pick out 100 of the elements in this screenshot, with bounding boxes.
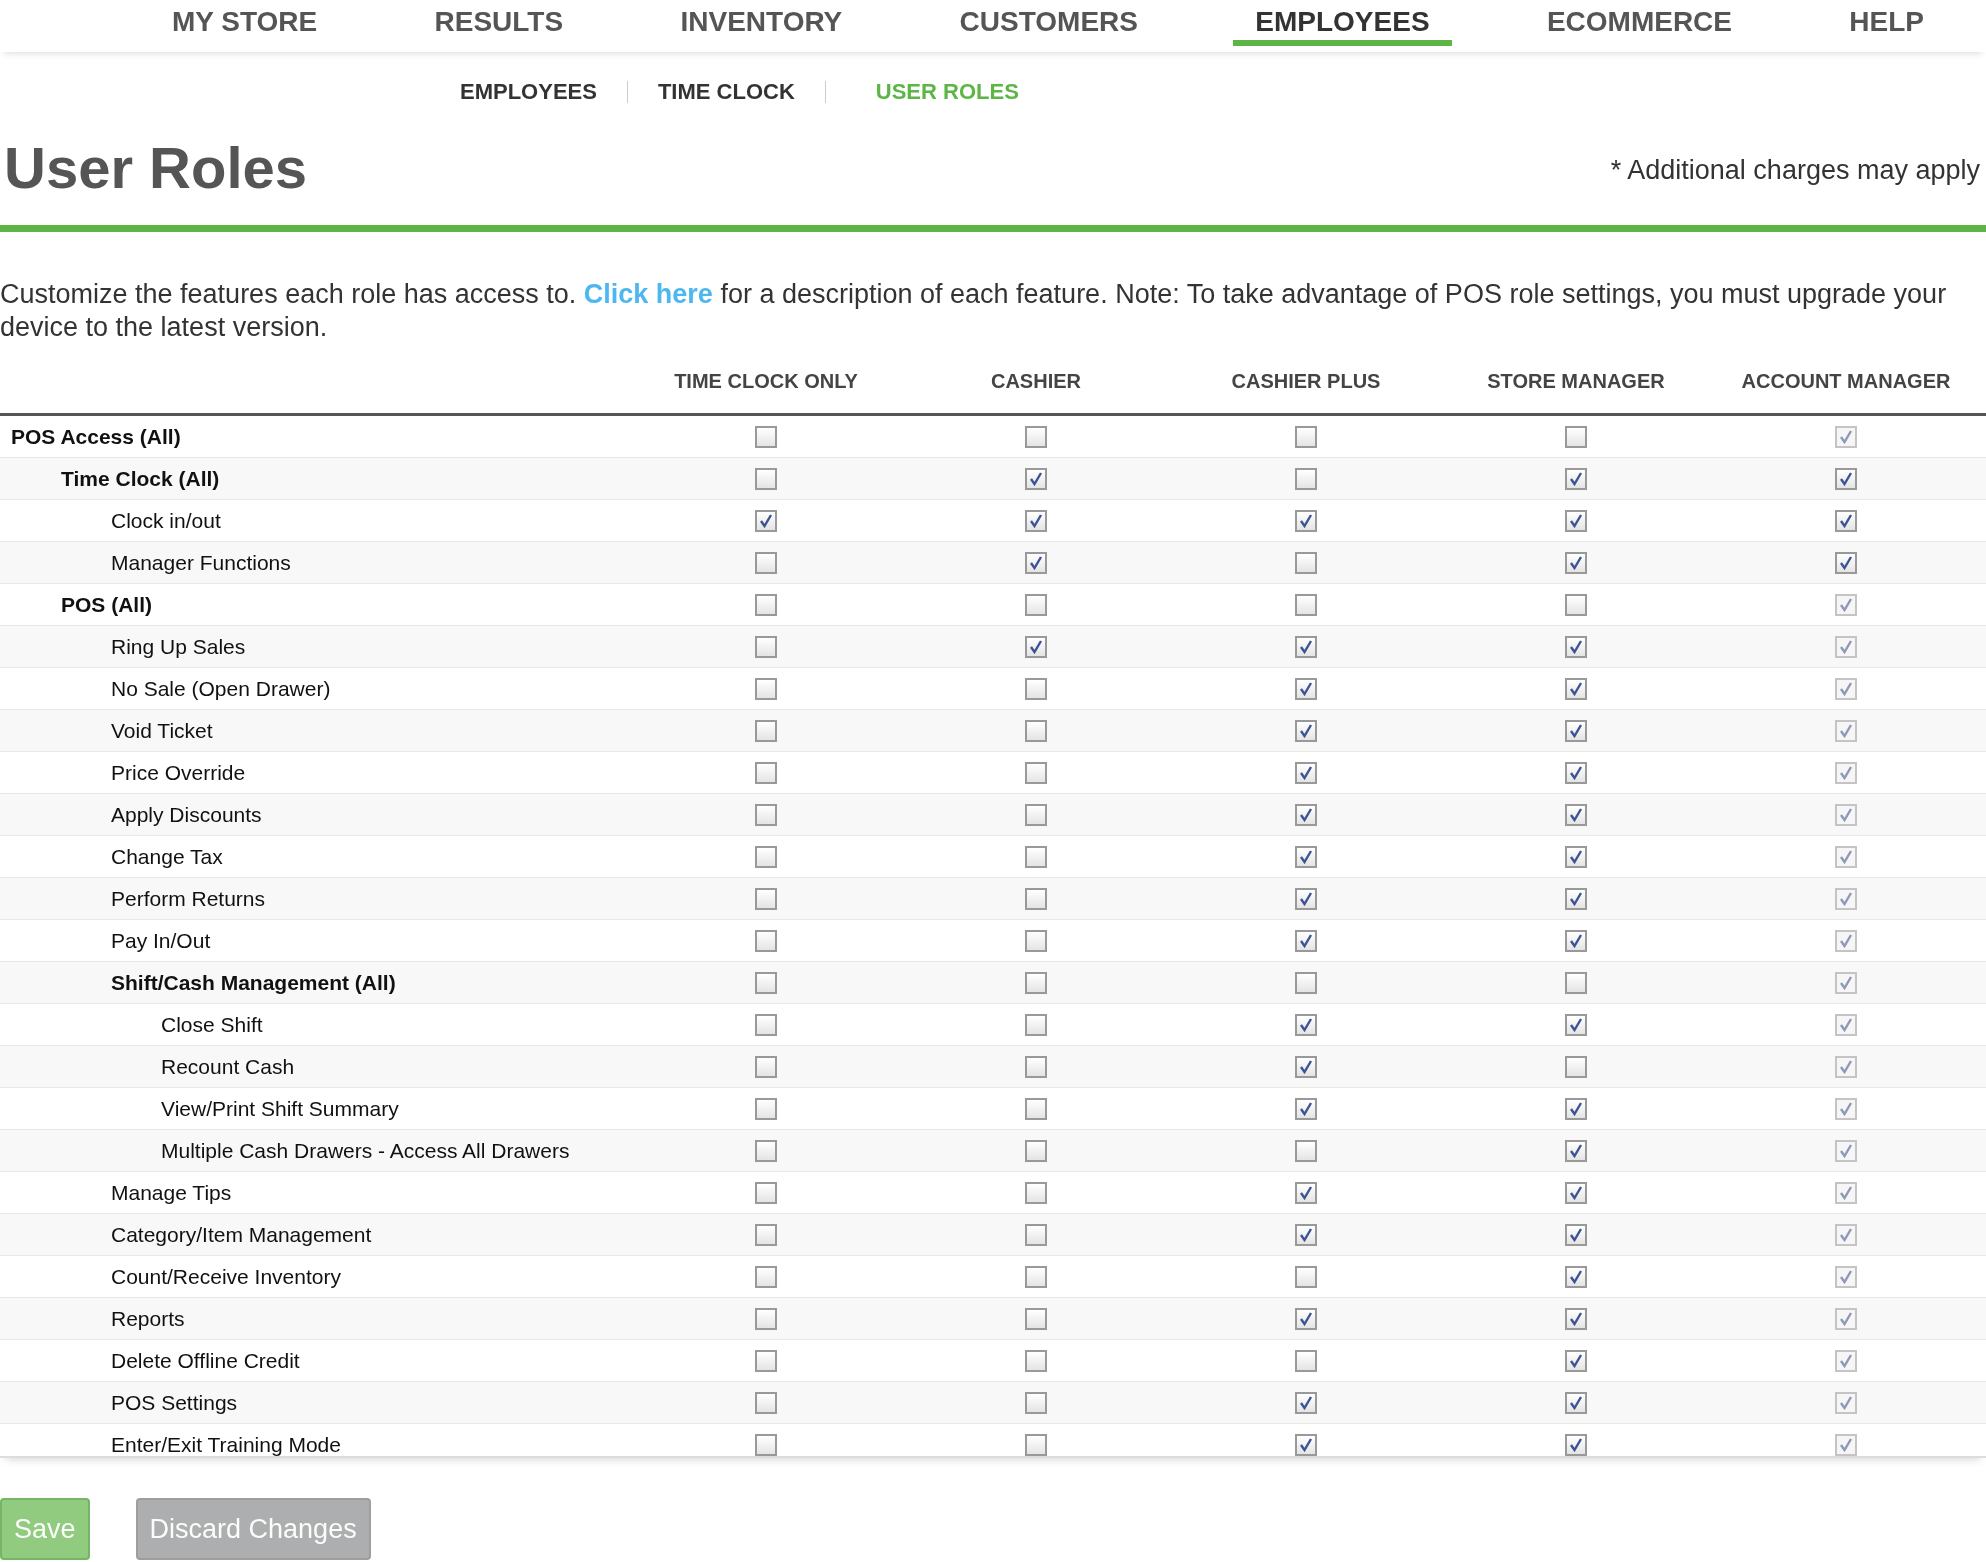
checkbox[interactable] [1565,1391,1587,1414]
checkbox[interactable] [1295,593,1317,616]
checkbox[interactable] [755,761,777,784]
checkbox[interactable] [1295,467,1317,490]
checkbox[interactable] [755,887,777,910]
checkbox[interactable] [1565,677,1587,700]
checkbox[interactable] [1565,845,1587,868]
checkbox[interactable] [1295,425,1317,448]
checkbox[interactable] [1295,971,1317,994]
checkbox[interactable] [1565,425,1587,448]
checkbox[interactable] [1025,677,1047,700]
checkbox[interactable] [1565,761,1587,784]
checkbox[interactable] [1025,1097,1047,1120]
checkbox[interactable] [755,929,777,952]
checkbox[interactable] [755,803,777,826]
checkbox[interactable] [755,1265,777,1288]
nav-tab[interactable]: MY STORE [150,0,340,46]
checkbox[interactable] [1295,677,1317,700]
checkbox[interactable] [1565,509,1587,532]
checkbox[interactable] [1025,719,1047,742]
checkbox[interactable] [755,551,777,574]
checkbox[interactable] [1025,929,1047,952]
checkbox[interactable] [1835,509,1857,532]
checkbox[interactable] [1025,845,1047,868]
checkbox[interactable] [1025,1433,1047,1456]
checkbox[interactable] [1025,761,1047,784]
checkbox[interactable] [1295,1013,1317,1036]
checkbox[interactable] [1565,1097,1587,1120]
checkbox[interactable] [1295,1055,1317,1078]
checkbox[interactable] [1295,551,1317,574]
checkbox[interactable] [1025,425,1047,448]
checkbox[interactable] [755,425,777,448]
checkbox[interactable] [755,1223,777,1246]
checkbox[interactable] [1295,719,1317,742]
checkbox[interactable] [1295,761,1317,784]
checkbox[interactable] [1295,509,1317,532]
checkbox[interactable] [755,1055,777,1078]
checkbox[interactable] [1565,971,1587,994]
checkbox[interactable] [1835,467,1857,490]
checkbox[interactable] [1295,845,1317,868]
checkbox[interactable] [1025,551,1047,574]
checkbox[interactable] [1025,1391,1047,1414]
checkbox[interactable] [1295,1097,1317,1120]
checkbox[interactable] [1835,551,1857,574]
checkbox[interactable] [1565,803,1587,826]
checkbox[interactable] [1025,1349,1047,1372]
checkbox[interactable] [1025,1223,1047,1246]
checkbox[interactable] [1565,887,1587,910]
checkbox[interactable] [755,845,777,868]
checkbox[interactable] [1025,887,1047,910]
checkbox[interactable] [1295,929,1317,952]
checkbox[interactable] [755,1433,777,1456]
subnav-tab[interactable]: TIME CLOCK [627,79,825,105]
checkbox[interactable] [755,1307,777,1330]
checkbox[interactable] [1295,635,1317,658]
checkbox[interactable] [1565,1139,1587,1162]
checkbox[interactable] [1025,593,1047,616]
nav-tab[interactable]: HELP [1827,0,1946,46]
checkbox[interactable] [1025,803,1047,826]
checkbox[interactable] [1295,1349,1317,1372]
checkbox[interactable] [755,1013,777,1036]
checkbox[interactable] [1025,1055,1047,1078]
checkbox[interactable] [1295,1223,1317,1246]
checkbox[interactable] [1295,1307,1317,1330]
checkbox[interactable] [1025,1139,1047,1162]
nav-tab[interactable]: INVENTORY [658,0,865,46]
checkbox[interactable] [755,677,777,700]
checkbox[interactable] [1565,1349,1587,1372]
checkbox[interactable] [1565,635,1587,658]
checkbox[interactable] [1565,719,1587,742]
checkbox[interactable] [1025,1181,1047,1204]
checkbox[interactable] [1295,803,1317,826]
checkbox[interactable] [755,467,777,490]
checkbox[interactable] [1295,1139,1317,1162]
checkbox[interactable] [1025,1307,1047,1330]
checkbox[interactable] [1295,887,1317,910]
nav-tab[interactable]: CUSTOMERS [937,0,1160,46]
checkbox[interactable] [1295,1181,1317,1204]
checkbox[interactable] [1565,1307,1587,1330]
checkbox[interactable] [755,719,777,742]
checkbox[interactable] [1025,467,1047,490]
checkbox[interactable] [1565,467,1587,490]
checkbox[interactable] [1025,1013,1047,1036]
checkbox[interactable] [755,1181,777,1204]
checkbox[interactable] [755,1139,777,1162]
checkbox[interactable] [1025,971,1047,994]
checkbox[interactable] [1025,509,1047,532]
nav-tab[interactable]: RESULTS [412,0,586,46]
checkbox[interactable] [1295,1433,1317,1456]
checkbox[interactable] [1025,1265,1047,1288]
checkbox[interactable] [1565,551,1587,574]
nav-tab[interactable]: EMPLOYEES [1233,0,1452,46]
checkbox[interactable] [755,593,777,616]
checkbox[interactable] [1565,593,1587,616]
checkbox[interactable] [755,1349,777,1372]
checkbox[interactable] [1565,1265,1587,1288]
checkbox[interactable] [1565,1013,1587,1036]
checkbox[interactable] [1565,1433,1587,1456]
checkbox[interactable] [755,635,777,658]
checkbox[interactable] [755,971,777,994]
